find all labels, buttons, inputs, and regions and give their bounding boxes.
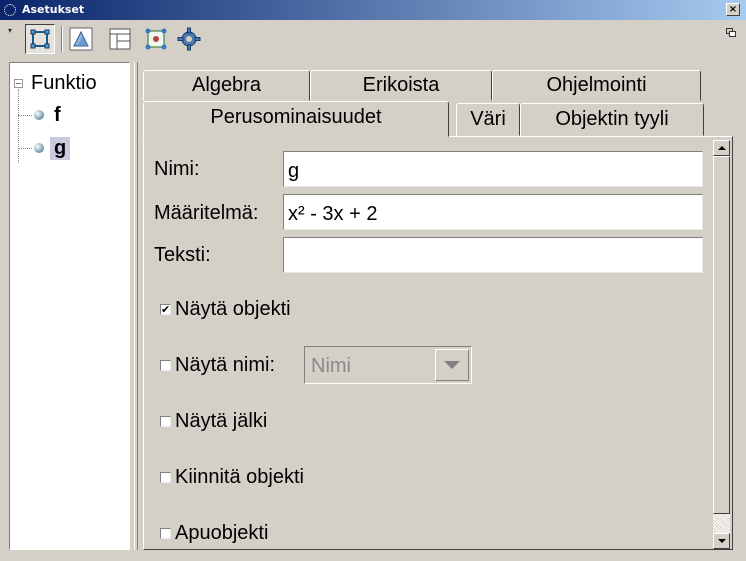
layout-icon — [109, 28, 131, 50]
title-bar: Asetukset × — [0, 0, 746, 20]
split-divider[interactable] — [134, 62, 138, 550]
toolbar: ▾ — [0, 20, 746, 58]
auxiliary-label: Apuobjekti — [175, 522, 269, 544]
auxiliary-checkbox[interactable] — [160, 528, 171, 539]
show-object-row[interactable]: ✔ Näytä objekti — [160, 298, 291, 321]
definition-field[interactable] — [283, 194, 703, 230]
label-mode-select[interactable]: Nimi — [304, 346, 472, 384]
undock-icon[interactable] — [726, 28, 736, 37]
caption-label: Teksti: — [154, 244, 211, 266]
definition-label: Määritelmä: — [154, 202, 259, 224]
scroll-up-icon[interactable] — [713, 140, 730, 156]
scroll-track[interactable] — [713, 514, 730, 533]
tab-erikoista[interactable]: Erikoista — [310, 70, 492, 101]
app-icon — [4, 4, 16, 16]
scroll-down-icon[interactable] — [713, 533, 730, 549]
label-mode-value: Nimi — [311, 355, 351, 377]
tree-item-label: g — [50, 136, 71, 160]
tab-algebra[interactable]: Algebra — [143, 70, 310, 101]
tree-item-label: f — [54, 103, 61, 126]
tab-objektin-tyyli[interactable]: Objektin tyyli — [520, 103, 704, 136]
object-settings-button[interactable] — [25, 24, 55, 54]
auxiliary-row[interactable]: Apuobjekti — [160, 522, 268, 545]
show-trace-checkbox[interactable] — [160, 416, 171, 427]
tree-item-g[interactable]: g — [18, 134, 71, 162]
window-title: Asetukset — [22, 3, 85, 16]
chevron-down-icon[interactable] — [435, 349, 469, 381]
fix-object-label: Kiinnitä objekti — [175, 466, 304, 488]
caption-field[interactable] — [283, 237, 703, 273]
show-object-label: Näytä objekti — [175, 298, 291, 320]
close-button[interactable]: × — [726, 3, 740, 16]
tree-item-f[interactable]: f — [18, 101, 65, 129]
defaults-button[interactable] — [141, 24, 171, 54]
show-object-checkbox[interactable]: ✔ — [160, 304, 171, 315]
defaults-icon — [145, 28, 167, 50]
tab-vari[interactable]: Väri — [456, 103, 520, 136]
show-label-checkbox[interactable] — [160, 360, 171, 371]
advanced-gear-icon — [177, 27, 201, 51]
object-point-icon — [34, 143, 44, 153]
advanced-settings-button[interactable] — [174, 24, 204, 54]
layout-button[interactable] — [105, 24, 135, 54]
vertical-scrollbar[interactable] — [713, 140, 730, 549]
collapse-icon[interactable]: − — [14, 78, 23, 88]
graphics-view-icon — [69, 27, 93, 51]
toolbar-menu-arrow-icon[interactable]: ▾ — [8, 26, 12, 35]
scroll-thumb[interactable] — [713, 156, 730, 514]
name-field[interactable] — [283, 151, 703, 187]
object-point-icon — [34, 110, 44, 120]
tab-perusominaisuudet[interactable]: Perusominaisuudet — [143, 101, 449, 137]
name-label: Nimi: — [154, 158, 200, 180]
show-label-label: Näytä nimi: — [175, 354, 276, 376]
show-trace-row[interactable]: Näytä jälki — [160, 410, 267, 433]
tree-root-label: Funktio — [31, 71, 97, 94]
object-tree: − Funktio f g — [9, 62, 130, 550]
tree-root-funktio[interactable]: − Funktio — [14, 69, 97, 97]
fix-object-row[interactable]: Kiinnitä objekti — [160, 466, 304, 489]
show-label-row[interactable]: Näytä nimi: — [160, 354, 275, 377]
tab-ohjelmointi[interactable]: Ohjelmointi — [492, 70, 701, 101]
toolbar-separator — [61, 26, 63, 52]
fix-object-checkbox[interactable] — [160, 472, 171, 483]
graphics-view-button[interactable] — [66, 24, 96, 54]
show-trace-label: Näytä jälki — [175, 410, 268, 432]
object-settings-icon — [30, 29, 50, 49]
